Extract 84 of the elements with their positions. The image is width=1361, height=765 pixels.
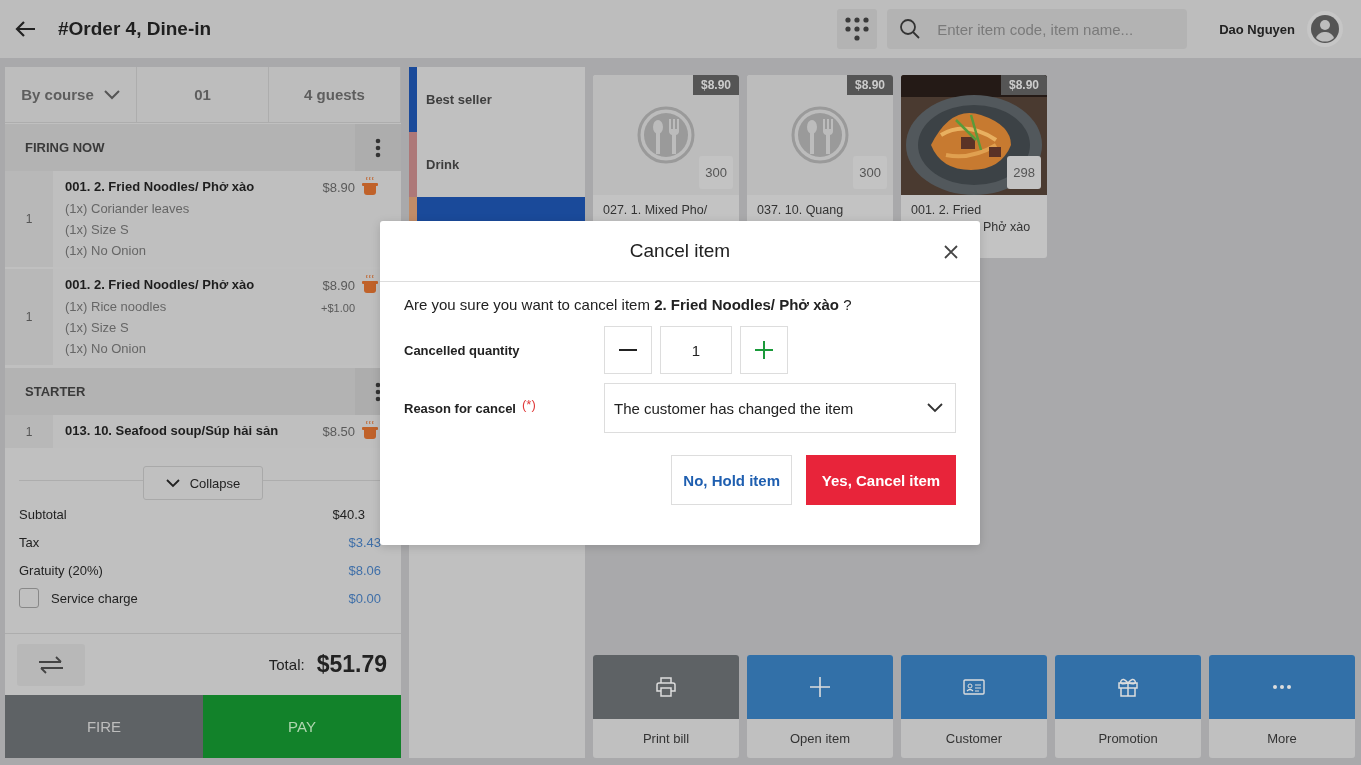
field-label: Reason for cancel <box>404 400 516 416</box>
chevron-down-icon <box>103 89 120 100</box>
price-tag: $8.90 <box>1000 75 1047 95</box>
minus-icon <box>619 349 637 351</box>
item-price: $8.50 <box>322 423 355 440</box>
vertical-dots-icon <box>375 381 381 402</box>
summary-label: Tax <box>19 534 40 550</box>
order-title: #Order 4, Dine-in <box>58 18 212 40</box>
increase-button[interactable] <box>740 326 788 374</box>
collapse-button[interactable]: Collapse <box>143 466 263 500</box>
field-label: Cancelled quantity <box>404 342 521 358</box>
pot-icon <box>361 420 379 440</box>
total-value: $51.79 <box>316 651 387 678</box>
course-name: STARTER <box>25 384 87 399</box>
search-field[interactable]: Enter item code, item name... <box>887 9 1188 49</box>
cutlery-icon <box>790 105 850 165</box>
item-name: 001. 2. Fried Noodles/ Phở xào <box>65 178 256 195</box>
more-options-button[interactable] <box>355 123 401 172</box>
item-price: $8.90 <box>321 277 355 294</box>
back-arrow-icon <box>14 20 36 38</box>
stock-count: 300 <box>699 156 733 189</box>
course-name: FIRING NOW <box>25 140 106 155</box>
stock-count: 300 <box>853 156 887 189</box>
reason-dropdown[interactable]: The customer has changed the item <box>604 383 956 433</box>
search-input[interactable]: Enter item code, item name... <box>935 19 1176 39</box>
gift-icon <box>1117 676 1139 698</box>
total-label: Total: <box>268 656 305 673</box>
item-name: 027. 1. Mixed Pho/ <box>603 202 709 218</box>
more-dots-icon <box>1273 685 1291 689</box>
action-button[interactable]: Promotion <box>1055 655 1201 758</box>
user-name: Dao Nguyen <box>1219 21 1295 37</box>
quantity-cell: 1 <box>5 269 53 365</box>
category-item[interactable]: Drink <box>409 132 585 197</box>
vertical-dots-icon <box>375 137 381 158</box>
item-name: 013. 10. Seafood soup/Súp hải sản <box>65 422 280 439</box>
modifier-text: (1x) No Onion <box>65 340 147 358</box>
action-button[interactable]: Open item <box>747 655 893 758</box>
printer-icon <box>655 676 677 698</box>
modifier-text: (1x) Size S <box>65 221 130 239</box>
item-name: 037. 10. Quang <box>757 202 845 218</box>
checkbox[interactable] <box>19 588 39 608</box>
action-button[interactable]: Print bill <box>593 655 739 758</box>
quantity-cell: 1 <box>5 415 53 448</box>
modifier-text: (1x) Coriander leaves <box>65 200 191 218</box>
search-icon <box>899 18 922 40</box>
extra-price: +$1.00 <box>321 301 355 316</box>
avatar-button[interactable] <box>1307 11 1343 47</box>
item-name: 001. 2. Fried <box>911 202 983 218</box>
plus-icon <box>809 676 831 698</box>
chevron-down-icon <box>165 478 180 488</box>
cutlery-icon <box>636 105 696 165</box>
chevron-down-icon <box>927 403 943 413</box>
quantity-field[interactable]: 1 <box>660 326 732 374</box>
user-icon <box>1310 14 1340 44</box>
item-name: Phở xào <box>983 220 1032 234</box>
price-tag: $8.90 <box>692 75 739 95</box>
summary-value: $40.3 <box>332 506 365 522</box>
category-item[interactable]: Best seller <box>409 67 585 132</box>
modifier-text: (1x) No Onion <box>65 242 147 260</box>
summary-label: Subtotal <box>19 506 67 522</box>
summary-label: Service charge <box>51 590 138 606</box>
summary-label: Gratuity (20%) <box>19 562 103 578</box>
swap-arrows-icon <box>38 655 64 674</box>
modifier-text: (1x) Size S <box>65 319 130 337</box>
item-price: $8.90 <box>322 179 355 196</box>
pot-icon <box>361 274 379 294</box>
confirmation-text: Are you sure you want to cancel item 2. Fried Noodles/ Phở xào ? <box>404 296 853 313</box>
quantity-cell: 1 <box>5 171 53 267</box>
confirm-cancel-button[interactable]: Yes, Cancel item <box>806 455 956 505</box>
modifier-text: (1x) Rice noodles <box>65 298 168 316</box>
action-button[interactable]: Customer <box>901 655 1047 758</box>
swap-button[interactable] <box>17 643 85 686</box>
stock-count: 298 <box>1007 156 1041 189</box>
keypad-button[interactable] <box>837 9 878 49</box>
action-button[interactable]: More <box>1209 655 1355 758</box>
plus-icon <box>755 341 773 359</box>
keypad-icon <box>843 15 872 43</box>
item-name: 001. 2. Fried Noodles/ Phở xào <box>65 276 256 293</box>
close-icon <box>944 245 958 259</box>
hold-button[interactable]: No, Hold item <box>671 455 792 505</box>
required-mark: (*) <box>522 396 536 412</box>
pot-icon <box>361 176 379 196</box>
price-tag: $8.90 <box>846 75 893 95</box>
id-card-icon <box>963 676 985 698</box>
